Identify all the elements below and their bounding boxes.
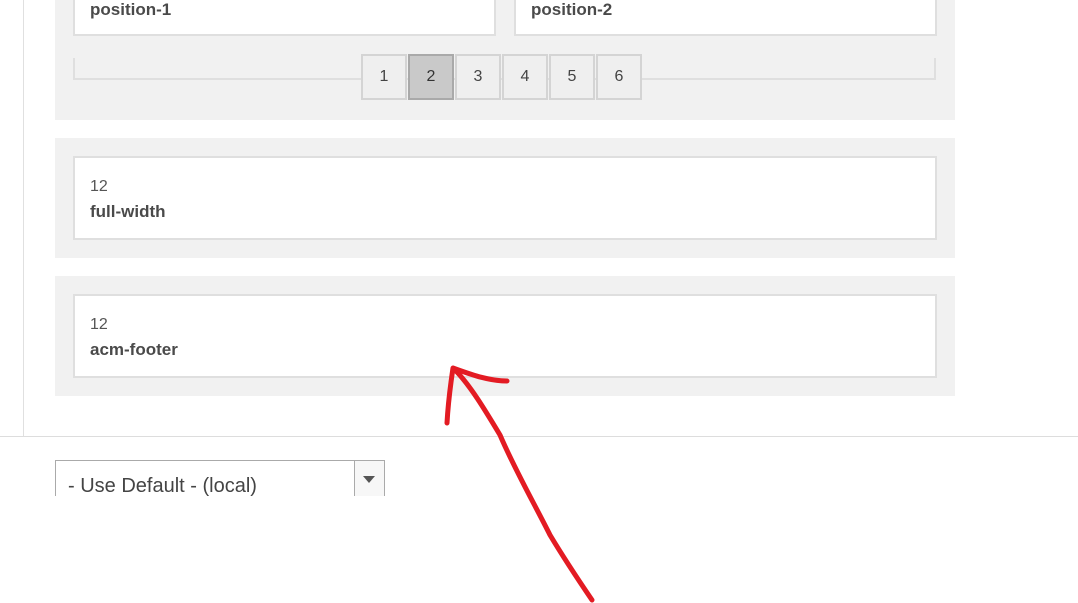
left-border <box>23 0 24 437</box>
column-full-width[interactable]: 12 full-width <box>73 156 937 240</box>
column-acm-footer[interactable]: 12 acm-footer <box>73 294 937 378</box>
page-button-3[interactable]: 3 <box>455 54 501 100</box>
section-divider <box>0 436 1078 437</box>
page-button-1[interactable]: 1 <box>361 54 407 100</box>
page-button-4[interactable]: 4 <box>502 54 548 100</box>
layout-manager: position-1 position-2 1 2 3 4 5 6 12 ful… <box>0 0 1078 603</box>
column-size: 12 <box>90 178 108 195</box>
layout-row-positions: position-1 position-2 1 2 3 4 5 6 <box>55 0 955 120</box>
column-name: full-width <box>90 202 166 221</box>
pagination: 1 2 3 4 5 6 <box>361 54 643 100</box>
column-size: 12 <box>90 316 108 333</box>
column-position-1[interactable]: position-1 <box>73 0 496 36</box>
column-name: position-1 <box>90 0 172 19</box>
layout-row-full-width: 12 full-width <box>55 138 955 258</box>
layout-select-value: - Use Default - (local) <box>68 475 257 496</box>
column-name: position-2 <box>531 0 613 19</box>
layout-row-footer: 12 acm-footer <box>55 276 955 396</box>
page-button-6[interactable]: 6 <box>596 54 642 100</box>
column-position-2[interactable]: position-2 <box>514 0 937 36</box>
column-name: acm-footer <box>90 340 178 359</box>
page-button-2[interactable]: 2 <box>408 54 454 100</box>
caret-down-icon[interactable] <box>354 461 384 496</box>
page-button-5[interactable]: 5 <box>549 54 595 100</box>
layout-select[interactable]: - Use Default - (local) <box>55 460 385 496</box>
